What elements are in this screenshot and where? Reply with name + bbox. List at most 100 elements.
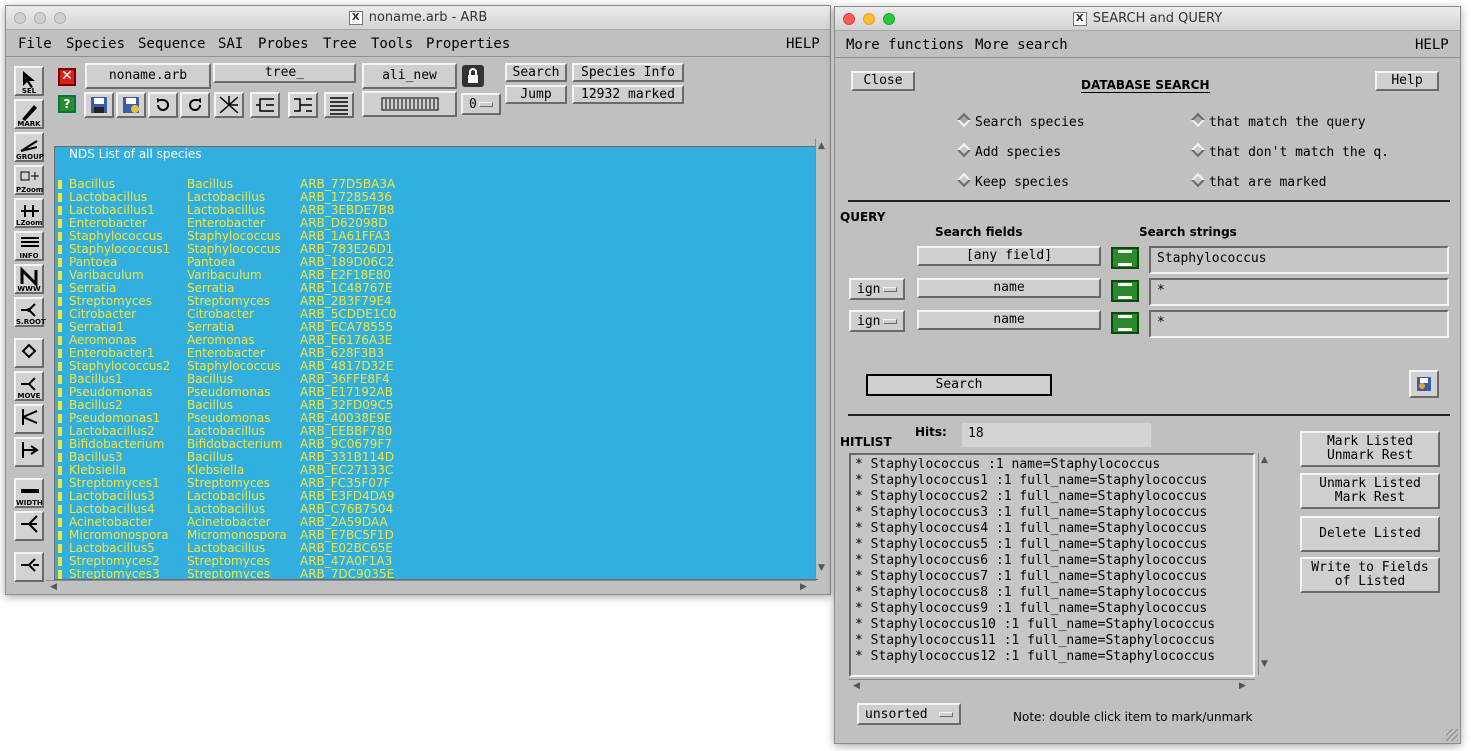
help-button[interactable]: Help	[1375, 71, 1439, 91]
scroll-right-icon[interactable]: ▶	[800, 582, 807, 592]
scroll-up-icon[interactable]: ▲	[1261, 455, 1268, 465]
hitlist-item[interactable]: * Staphylococcus12 :1 full_name=Staphylo…	[855, 649, 1215, 665]
resize-grip-icon[interactable]	[1446, 729, 1458, 741]
scroll-left-icon[interactable]: ◀	[50, 582, 57, 592]
minimize-dot-icon[interactable]	[863, 13, 875, 25]
zero-option-menu[interactable]: 0	[461, 93, 501, 115]
menu-help[interactable]: HELP	[1415, 37, 1449, 53]
search-string-input-3[interactable]: *	[1149, 310, 1449, 338]
nds-horizontal-scrollbar[interactable]: ◀ ▶	[46, 580, 816, 594]
radio-match-query[interactable]: that match the query	[1190, 112, 1366, 130]
db-name-button[interactable]: noname.arb	[85, 63, 211, 89]
close-button[interactable]: Close	[851, 71, 915, 91]
search-field-button-2[interactable]: name	[917, 278, 1101, 298]
marked-count-button[interactable]: 12932 marked	[572, 85, 684, 104]
radio-search-species[interactable]: Search species	[956, 112, 1085, 130]
close-db-button[interactable]: ✕	[58, 68, 76, 86]
tool-group[interactable]: GROUP	[14, 132, 44, 162]
equals-toggle-2[interactable]	[1111, 280, 1139, 302]
menu-properties[interactable]: Properties	[426, 36, 510, 52]
tool-select[interactable]: SEL	[14, 66, 44, 96]
equals-toggle-1[interactable]	[1111, 247, 1139, 269]
lock-icon[interactable]	[462, 65, 484, 87]
search-string-input-2[interactable]: *	[1149, 278, 1449, 306]
hitlist-item[interactable]: * Staphylococcus9 :1 full_name=Staphyloc…	[855, 601, 1207, 617]
irs-tree-button[interactable]	[288, 92, 318, 118]
hitlist-item[interactable]: * Staphylococcus6 :1 full_name=Staphyloc…	[855, 553, 1207, 569]
equals-toggle-3[interactable]	[1111, 312, 1139, 334]
hitlist-item[interactable]: * Staphylococcus4 :1 full_name=Staphyloc…	[855, 521, 1207, 537]
undo-button[interactable]	[148, 92, 178, 118]
hitlist-item[interactable]: * Staphylococcus :1 name=Staphylococcus	[855, 457, 1160, 473]
menu-probes[interactable]: Probes	[258, 36, 309, 52]
menu-tree[interactable]: Tree	[323, 36, 357, 52]
menu-species[interactable]: Species	[66, 36, 125, 52]
hitlist-item[interactable]: * Staphylococcus8 :1 full_name=Staphyloc…	[855, 585, 1207, 601]
scroll-right-icon[interactable]: ▶	[1239, 681, 1246, 691]
menu-sequence[interactable]: Sequence	[138, 36, 205, 52]
search-query-button[interactable]: Search	[866, 374, 1052, 396]
hitlist-item[interactable]: * Staphylococcus2 :1 full_name=Staphyloc…	[855, 489, 1207, 505]
jump-button[interactable]: Jump	[505, 85, 567, 104]
close-dot-icon[interactable]	[14, 12, 26, 24]
nds-list-button[interactable]	[324, 92, 354, 118]
tool-mark[interactable]: MARK	[14, 99, 44, 129]
minimize-dot-icon[interactable]	[34, 12, 46, 24]
write-fields-button[interactable]: Write to Fields of Listed	[1300, 557, 1440, 593]
menu-more-functions[interactable]: More functions	[846, 37, 964, 53]
close-dot-icon[interactable]	[843, 13, 855, 25]
radio-add-species[interactable]: Add species	[956, 142, 1061, 160]
hitlist-item[interactable]: * Staphylococcus11 :1 full_name=Staphylo…	[855, 633, 1215, 649]
species-info-button[interactable]: Species Info	[572, 63, 684, 82]
menu-tools[interactable]: Tools	[371, 36, 413, 52]
alignment-view-button[interactable]	[362, 91, 457, 117]
menu-more-search[interactable]: More search	[975, 37, 1068, 53]
menu-help[interactable]: HELP	[786, 36, 820, 52]
radio-dont-match[interactable]: that don't match the q.	[1190, 142, 1389, 160]
hitlist-vertical-scrollbar[interactable]: ▲ ▼	[1258, 453, 1272, 675]
scroll-down-icon[interactable]: ▼	[818, 563, 825, 573]
menu-file[interactable]: File	[18, 36, 52, 52]
tool-rotate[interactable]	[14, 338, 44, 368]
hitlist-item[interactable]: * Staphylococcus3 :1 full_name=Staphyloc…	[855, 505, 1207, 521]
tool-pzoom[interactable]: PZoom	[14, 165, 44, 195]
search-field-button-1[interactable]: [any field]	[917, 246, 1101, 266]
unmark-listed-button[interactable]: Unmark Listed Mark Rest	[1300, 473, 1440, 509]
tool-branch-length[interactable]	[14, 552, 44, 582]
tool-width[interactable]: WIDTH	[14, 478, 44, 508]
search-string-input-1[interactable]: Staphylococcus	[1149, 246, 1449, 274]
hitlist-item[interactable]: * Staphylococcus10 :1 full_name=Staphylo…	[855, 617, 1215, 633]
hitlist-horizontal-scrollbar[interactable]: ◀ ▶	[849, 679, 1255, 693]
save-db-button[interactable]	[84, 92, 114, 118]
mark-listed-button[interactable]: Mark Listed Unmark Rest	[1300, 431, 1440, 467]
tool-length[interactable]	[14, 437, 44, 467]
search-button[interactable]: Search	[505, 63, 567, 82]
operator-menu-2[interactable]: ign	[849, 278, 905, 300]
list-tree-button[interactable]	[250, 92, 280, 118]
scroll-down-icon[interactable]: ▼	[1261, 659, 1268, 669]
radio-are-marked[interactable]: that are marked	[1190, 172, 1326, 190]
hitlist-item[interactable]: * Staphylococcus1 :1 full_name=Staphyloc…	[855, 473, 1207, 489]
tool-swap[interactable]	[14, 404, 44, 434]
scroll-left-icon[interactable]: ◀	[853, 681, 860, 691]
tree-name-button[interactable]: tree_	[213, 63, 356, 83]
hitlist-item[interactable]: * Staphylococcus5 :1 full_name=Staphyloc…	[855, 537, 1207, 553]
sort-option-menu[interactable]: unsorted	[857, 703, 961, 725]
operator-menu-3[interactable]: ign	[849, 310, 905, 332]
hitlist-box[interactable]: * Staphylococcus :1 name=Staphylococcus *…	[849, 453, 1255, 677]
save-as-button[interactable]	[116, 92, 146, 118]
alignment-button[interactable]: ali_new	[362, 63, 457, 89]
tool-lzoom[interactable]: LZoom	[14, 198, 44, 228]
search-field-button-3[interactable]: name	[917, 310, 1101, 330]
zoom-dot-icon[interactable]	[883, 13, 895, 25]
help-question-button[interactable]: ?	[58, 95, 76, 113]
tool-move[interactable]: MOVE	[14, 371, 44, 401]
radio-keep-species[interactable]: Keep species	[956, 172, 1069, 190]
menu-sai[interactable]: SAI	[218, 36, 243, 52]
nds-species-list[interactable]: NDS List of all species Bacillus Bacillus…	[54, 146, 818, 580]
nds-vertical-scrollbar[interactable]: ▲ ▼	[815, 139, 829, 579]
delete-listed-button[interactable]: Delete Listed	[1300, 516, 1440, 552]
scroll-up-icon[interactable]: ▲	[818, 141, 825, 151]
tool-info[interactable]: INFO	[14, 231, 44, 261]
zoom-dot-icon[interactable]	[54, 12, 66, 24]
